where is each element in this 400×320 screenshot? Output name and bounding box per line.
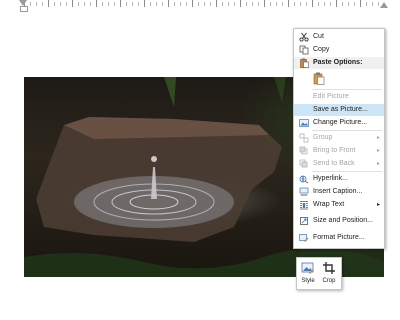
menu-item-label: Hyperlink... — [313, 175, 349, 182]
menu-item-cut[interactable]: Cut — [294, 31, 384, 43]
menu-item-label: Save as Picture... — [313, 106, 368, 113]
menu-item-label: Copy — [313, 46, 330, 53]
horizontal-ruler[interactable] — [0, 0, 400, 12]
menu-item-label: Group — [313, 134, 333, 141]
menu-item-edit-picture[interactable]: Edit Picture — [294, 91, 384, 103]
crop-button[interactable]: Crop — [319, 260, 339, 287]
menu-item-insert-caption[interactable]: Insert Caption... — [294, 186, 384, 198]
right-indent-marker[interactable] — [380, 2, 388, 8]
copy-icon — [298, 45, 309, 55]
menu-item-send-to-back[interactable]: Send to Back ▸ — [294, 158, 384, 170]
menu-item-save-as-picture[interactable]: Save as Picture... — [294, 104, 384, 116]
menu-item-label: Send to Back — [313, 160, 355, 167]
crop-button-label: Crop — [322, 278, 336, 284]
crop-icon — [322, 261, 336, 275]
group-icon — [298, 133, 309, 143]
style-button[interactable]: Style — [298, 260, 318, 287]
style-button-label: Style — [301, 278, 315, 284]
submenu-arrow-icon: ▸ — [376, 135, 380, 141]
size-position-icon — [298, 216, 309, 226]
paste-option-keep-source[interactable] — [294, 70, 384, 87]
scissors-icon — [298, 32, 309, 42]
picture-style-icon — [301, 261, 315, 275]
menu-item-size-and-position[interactable]: Size and Position... — [294, 215, 384, 227]
submenu-arrow-icon: ▸ — [376, 202, 380, 208]
mini-toolbar: Style Crop — [296, 257, 342, 290]
menu-item-label: Edit Picture — [313, 93, 349, 100]
menu-item-group[interactable]: Group ▸ — [294, 132, 384, 144]
menu-item-label: Insert Caption... — [313, 188, 363, 195]
insert-caption-icon — [298, 187, 309, 197]
hyperlink-icon — [298, 174, 309, 184]
menu-separator — [312, 130, 382, 131]
left-indent-marker[interactable] — [20, 6, 28, 12]
menu-item-wrap-text[interactable]: Wrap Text ▸ — [294, 199, 384, 211]
menu-item-label: Bring to Front — [313, 147, 356, 154]
menu-item-label: Change Picture... — [313, 119, 368, 126]
menu-item-paste-options: Paste Options: — [294, 57, 384, 69]
menu-separator — [312, 171, 382, 172]
menu-separator — [312, 89, 382, 90]
picture-context-menu: Cut Copy Paste Options: Edit Picture Sav… — [293, 28, 385, 249]
menu-item-bring-to-front[interactable]: Bring to Front ▸ — [294, 145, 384, 157]
menu-item-label: Format Picture... — [313, 234, 365, 241]
menu-item-label: Cut — [313, 33, 324, 40]
change-picture-icon — [298, 118, 309, 128]
format-picture-icon — [298, 233, 309, 243]
wrap-text-icon — [298, 200, 309, 210]
ruler-major-ticks — [24, 0, 384, 7]
menu-item-label: Paste Options: — [313, 59, 363, 66]
menu-item-change-picture[interactable]: Change Picture... — [294, 117, 384, 129]
menu-item-copy[interactable]: Copy — [294, 44, 384, 56]
submenu-arrow-icon: ▸ — [376, 148, 380, 154]
menu-item-label: Wrap Text — [313, 201, 345, 208]
menu-item-hyperlink[interactable]: Hyperlink... — [294, 173, 384, 185]
send-to-back-icon — [298, 159, 309, 169]
bring-to-front-icon — [298, 146, 309, 156]
paste-keep-source-icon — [312, 72, 325, 85]
paste-icon — [298, 58, 309, 68]
menu-item-label: Size and Position... — [313, 217, 373, 224]
submenu-arrow-icon: ▸ — [376, 161, 380, 167]
menu-item-format-picture[interactable]: Format Picture... — [294, 232, 384, 244]
